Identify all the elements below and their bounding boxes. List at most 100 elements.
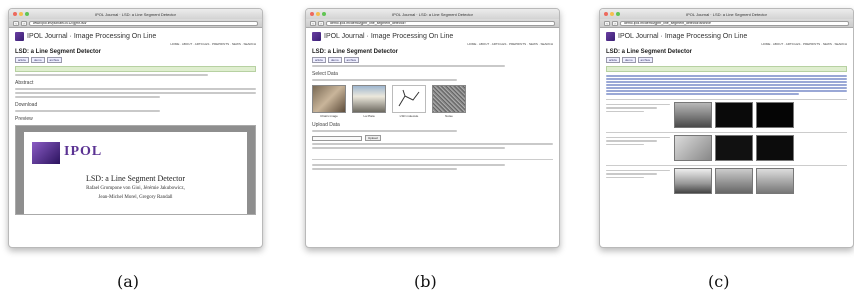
molecule-icon [398,89,420,107]
citation-bar [15,66,256,72]
page-link-row[interactable] [606,87,847,89]
sample-thumb[interactable]: Chairs image [312,85,346,118]
output-image[interactable] [715,101,753,128]
upload-button[interactable]: Upload [365,135,381,141]
instruction-line [312,79,457,81]
address-bar[interactable]: demo.ipol.im/demo/gjmr_line_segment_dete… [620,20,849,26]
forward-button[interactable]: › [612,20,618,26]
download-link[interactable] [15,110,160,112]
page-link-row[interactable] [606,81,847,83]
abstract-heading: Abstract [15,80,34,86]
meta-line [606,136,670,138]
tab-archive[interactable]: archive [46,57,63,63]
site-name[interactable]: IPOL Journal · Image Processing On Line [27,33,156,40]
meta-line [606,169,670,171]
meta-line [606,176,645,178]
output-image[interactable] [756,134,794,161]
preview-heading: Preview [15,116,33,122]
page-content: IPOL Journal · Image Processing On Line … [600,28,853,197]
forward-button[interactable]: › [21,20,27,26]
output-image[interactable] [756,167,794,194]
entry-images [674,167,794,194]
page-link-row[interactable] [606,90,847,92]
back-button[interactable]: ‹ [13,20,19,26]
window-title: IPOL Journal · LSD: a Line Segment Detec… [685,12,767,17]
pdf-authors-2: Jean-Michel Morel, Gregory Randall [98,195,173,200]
article-title: LSD: a Line Segment Detector [15,49,102,55]
window-titlebar: IPOL Journal · LSD: a Line Segment Detec… [9,9,262,19]
archive-notice-bar [606,66,847,72]
address-bar[interactable]: demo.ipol.im/demo/gjmr_line_segment_dete… [326,20,555,26]
caption-b: (b) [414,272,437,291]
text-line [312,143,553,145]
tab-demo[interactable]: demo [328,57,342,63]
thumb-caption: LSD molecule [399,114,419,118]
site-nav[interactable]: HOME · ABOUT · ARTICLES · PREPRINTS · NE… [312,42,553,46]
upload-data-heading: Upload Data [312,122,340,128]
meta-line [606,140,658,142]
window-title: IPOL Journal · LSD: a Line Segment Detec… [94,12,176,17]
archive-entry [606,164,847,194]
pdf-preview[interactable]: IPOL LSD: a Line Segment Detector Rafael… [15,125,256,215]
article-tabs: article demo archive [606,57,847,63]
footer-line [312,168,457,170]
site-name[interactable]: IPOL Journal · Image Processing On Line [618,33,747,40]
output-image[interactable] [756,101,794,128]
molecule-thumbnail[interactable] [392,85,426,113]
tab-demo[interactable]: demo [622,57,636,63]
noise-thumbnail[interactable] [432,85,466,113]
output-image[interactable] [715,134,753,161]
tab-article[interactable]: article [606,57,621,63]
meta-line [606,143,645,145]
chairs-thumbnail[interactable] [312,85,346,113]
file-input[interactable] [312,135,362,141]
tab-archive[interactable]: archive [637,57,654,63]
ipol-cube-logo-icon [32,142,60,164]
address-bar[interactable]: www.ipol.im/pub/art/2012/gjmr-lsd/ [29,20,258,26]
site-nav[interactable]: HOME · ABOUT · ARTICLES · PREPRINTS · NE… [15,42,256,46]
caption-c: (c) [708,272,730,291]
archive-page-links[interactable] [606,75,847,95]
page-link-row[interactable] [606,84,847,86]
article-title: LSD: a Line Segment Detector [606,49,693,55]
meta-line [606,173,658,175]
browser-window-archive: IPOL Journal · LSD: a Line Segment Detec… [599,8,854,248]
ipol-logo-icon[interactable] [606,31,615,41]
site-header: IPOL Journal · Image Processing On Line [606,31,847,41]
back-button[interactable]: ‹ [310,20,316,26]
forward-button[interactable]: › [318,20,324,26]
instruction-line [312,130,457,132]
thumb-caption: Chairs image [320,114,338,118]
ipol-logo-icon[interactable] [312,31,321,41]
page-footer [312,159,553,170]
site-header: IPOL Journal · Image Processing On Line [15,31,256,41]
tab-article[interactable]: article [312,57,327,63]
sample-thumb[interactable]: La Plata [352,85,386,118]
input-image[interactable] [674,167,712,194]
tab-archive[interactable]: archive [343,57,360,63]
entry-images [674,134,794,161]
entry-metadata [606,135,670,161]
tab-demo[interactable]: demo [31,57,45,63]
window-title: IPOL Journal · LSD: a Line Segment Detec… [391,12,473,17]
site-nav[interactable]: HOME · ABOUT · ARTICLES · PREPRINTS · NE… [606,42,847,46]
input-image[interactable] [674,101,712,128]
thumb-caption: Noise [445,114,453,118]
sample-thumb[interactable]: Noise [432,85,466,118]
la-plata-thumbnail[interactable] [352,85,386,113]
input-image[interactable] [674,134,712,161]
back-button[interactable]: ‹ [604,20,610,26]
notice-line [312,65,505,67]
page-link-row[interactable] [606,93,799,95]
page-content: IPOL Journal · Image Processing On Line … [306,28,559,173]
article-tabs: article demo archive [312,57,553,63]
page-link-row[interactable] [606,78,847,80]
text-line [15,92,256,94]
download-heading: Download [15,102,38,108]
page-link-row[interactable] [606,75,847,77]
tab-article[interactable]: article [15,57,30,63]
sample-thumb[interactable]: LSD molecule [392,85,426,118]
site-name[interactable]: IPOL Journal · Image Processing On Line [324,33,453,40]
ipol-logo-icon[interactable] [15,31,24,41]
output-image[interactable] [715,167,753,194]
